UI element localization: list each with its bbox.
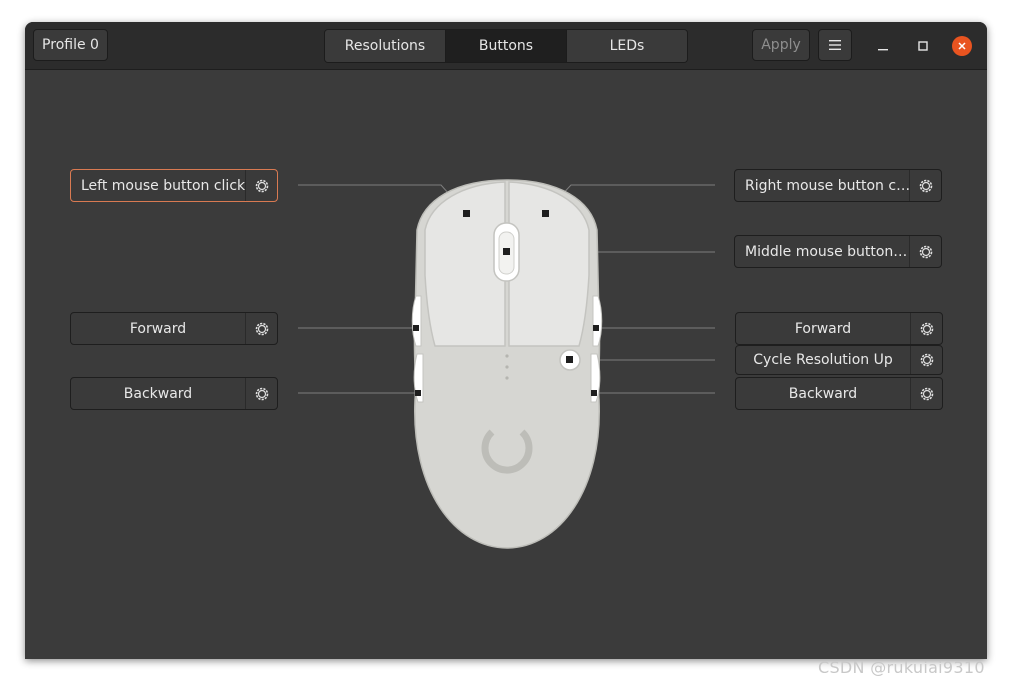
header-bar: Profile 0 Resolutions Buttons LEDs Apply [25,22,987,70]
tab-buttons[interactable]: Buttons [446,30,567,62]
minimize-icon [878,49,888,51]
gear-icon[interactable] [909,170,941,201]
watermark: CSDN @rukuiai9310 [818,658,985,677]
hamburger-icon [829,40,841,50]
close-icon [958,42,966,50]
left-forward-label: Forward [129,320,187,337]
mouse-left-button [424,181,506,347]
tab-resolutions-label: Resolutions [344,38,426,54]
tab-buttons-label: Buttons [478,38,534,54]
apply-label: Apply [761,37,801,53]
tab-leds-label: LEDs [609,38,645,54]
cycle-resolution-button[interactable]: Cycle Resolution Up [735,345,943,375]
view-switcher: Resolutions Buttons LEDs [324,29,688,63]
profile-button[interactable]: Profile 0 [33,29,108,61]
gear-icon[interactable] [910,346,942,374]
close-button[interactable] [952,36,972,56]
mouse-side-forward-right [592,295,603,347]
left-click-label: Left mouse button click [81,177,245,194]
middle-click-label: Middle mouse button… [745,243,908,260]
middle-click-button[interactable]: Middle mouse button… [734,235,942,268]
maximize-icon [918,41,928,51]
menu-button[interactable] [818,29,852,61]
right-backward-label: Backward [788,385,858,402]
gear-icon[interactable] [909,236,941,267]
left-click-button[interactable]: Left mouse button click [70,169,278,202]
gear-icon[interactable] [245,378,277,409]
right-click-button[interactable]: Right mouse button c… [734,169,942,202]
gear-icon[interactable] [910,378,942,409]
right-forward-button[interactable]: Forward [735,312,943,345]
left-backward-label: Backward [123,385,193,402]
left-backward-button[interactable]: Backward [70,377,278,410]
mouse-side-forward-left [411,295,422,347]
gear-icon[interactable] [245,313,277,344]
cycle-resolution-label: Cycle Resolution Up [753,352,893,368]
tab-resolutions[interactable]: Resolutions [325,30,446,62]
right-backward-button[interactable]: Backward [735,377,943,410]
right-forward-label: Forward [794,320,852,337]
apply-button[interactable]: Apply [752,29,810,61]
minimize-button[interactable] [873,36,893,56]
mouse-right-button [508,181,590,347]
left-forward-button[interactable]: Forward [70,312,278,345]
tab-leds[interactable]: LEDs [567,30,687,62]
gear-icon[interactable] [910,313,942,344]
profile-label: Profile 0 [42,37,99,53]
piper-window: Profile 0 Resolutions Buttons LEDs Apply [25,22,987,659]
maximize-button[interactable] [913,36,933,56]
gear-icon[interactable] [245,170,277,201]
right-click-label: Right mouse button c… [745,177,909,194]
